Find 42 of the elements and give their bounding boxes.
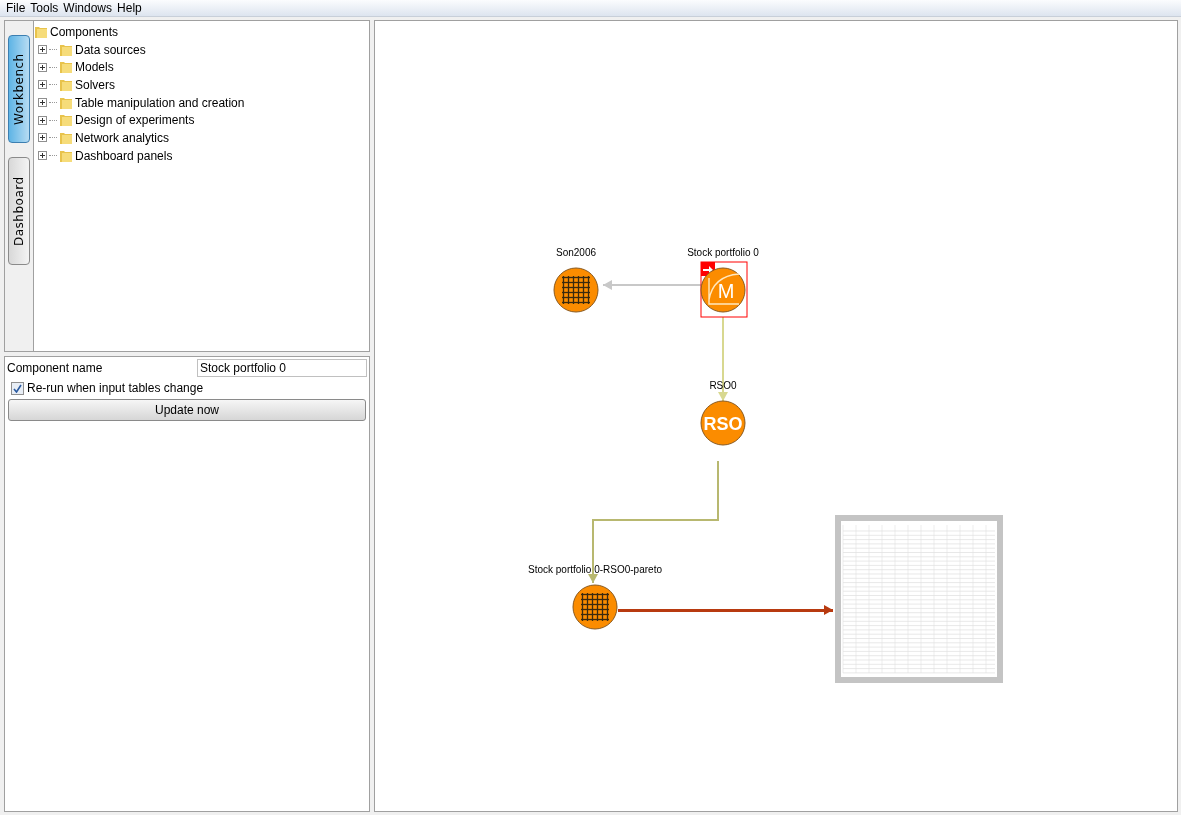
connector-arrow[interactable] [618, 605, 833, 615]
node-label: Stock portfolio 0 [687, 247, 759, 258]
expand-toggle-icon[interactable] [38, 151, 47, 161]
grid-node-icon[interactable] [572, 584, 618, 630]
folder-icon [34, 24, 48, 39]
rerun-checkbox[interactable] [11, 381, 24, 395]
menu-item[interactable]: Help [117, 1, 142, 15]
folder-icon [59, 60, 73, 75]
expand-toggle-icon[interactable] [38, 98, 47, 108]
node-label: Son2006 [556, 247, 596, 258]
tree-item[interactable]: Dashboard panels [75, 148, 173, 163]
component-name-field[interactable]: Stock portfolio 0 [197, 359, 367, 377]
tree-item[interactable]: Table manipulation and creation [75, 95, 245, 110]
folder-icon [59, 42, 73, 57]
tree-item[interactable]: Design of experiments [75, 113, 195, 128]
expand-toggle-icon[interactable] [38, 80, 47, 90]
checkbox-label: Re-run when input tables change [27, 381, 204, 395]
folder-icon [59, 95, 73, 110]
folder-icon [59, 148, 73, 163]
node-label: Stock portfolio 0-RSO0-pareto [528, 564, 662, 575]
tree-item[interactable]: Network analytics [75, 130, 170, 145]
expand-toggle-icon[interactable] [38, 115, 47, 125]
field-label: Component name [7, 361, 103, 375]
expand-toggle-icon[interactable] [38, 133, 47, 143]
side-tab[interactable]: Workbench [8, 35, 30, 143]
menu-item[interactable]: File [6, 1, 26, 15]
expand-toggle-icon[interactable] [38, 45, 47, 55]
update-button[interactable]: Update now [8, 399, 366, 421]
tree-item[interactable]: Solvers [75, 77, 115, 92]
side-tab[interactable]: Dashboard [8, 157, 30, 265]
folder-icon [59, 77, 73, 92]
check-icon [13, 383, 22, 393]
grid-node-icon[interactable] [553, 267, 599, 313]
node-label: RSO0 [709, 380, 737, 391]
tree-item[interactable]: Components [50, 24, 119, 39]
menu-item[interactable]: Windows [63, 1, 113, 15]
tree-item[interactable]: Data sources [75, 42, 146, 57]
menu-item[interactable]: Tools [30, 1, 59, 15]
tree-item[interactable]: Models [75, 60, 114, 75]
folder-icon [59, 113, 73, 128]
folder-icon [59, 130, 73, 145]
expand-toggle-icon[interactable] [38, 62, 47, 72]
